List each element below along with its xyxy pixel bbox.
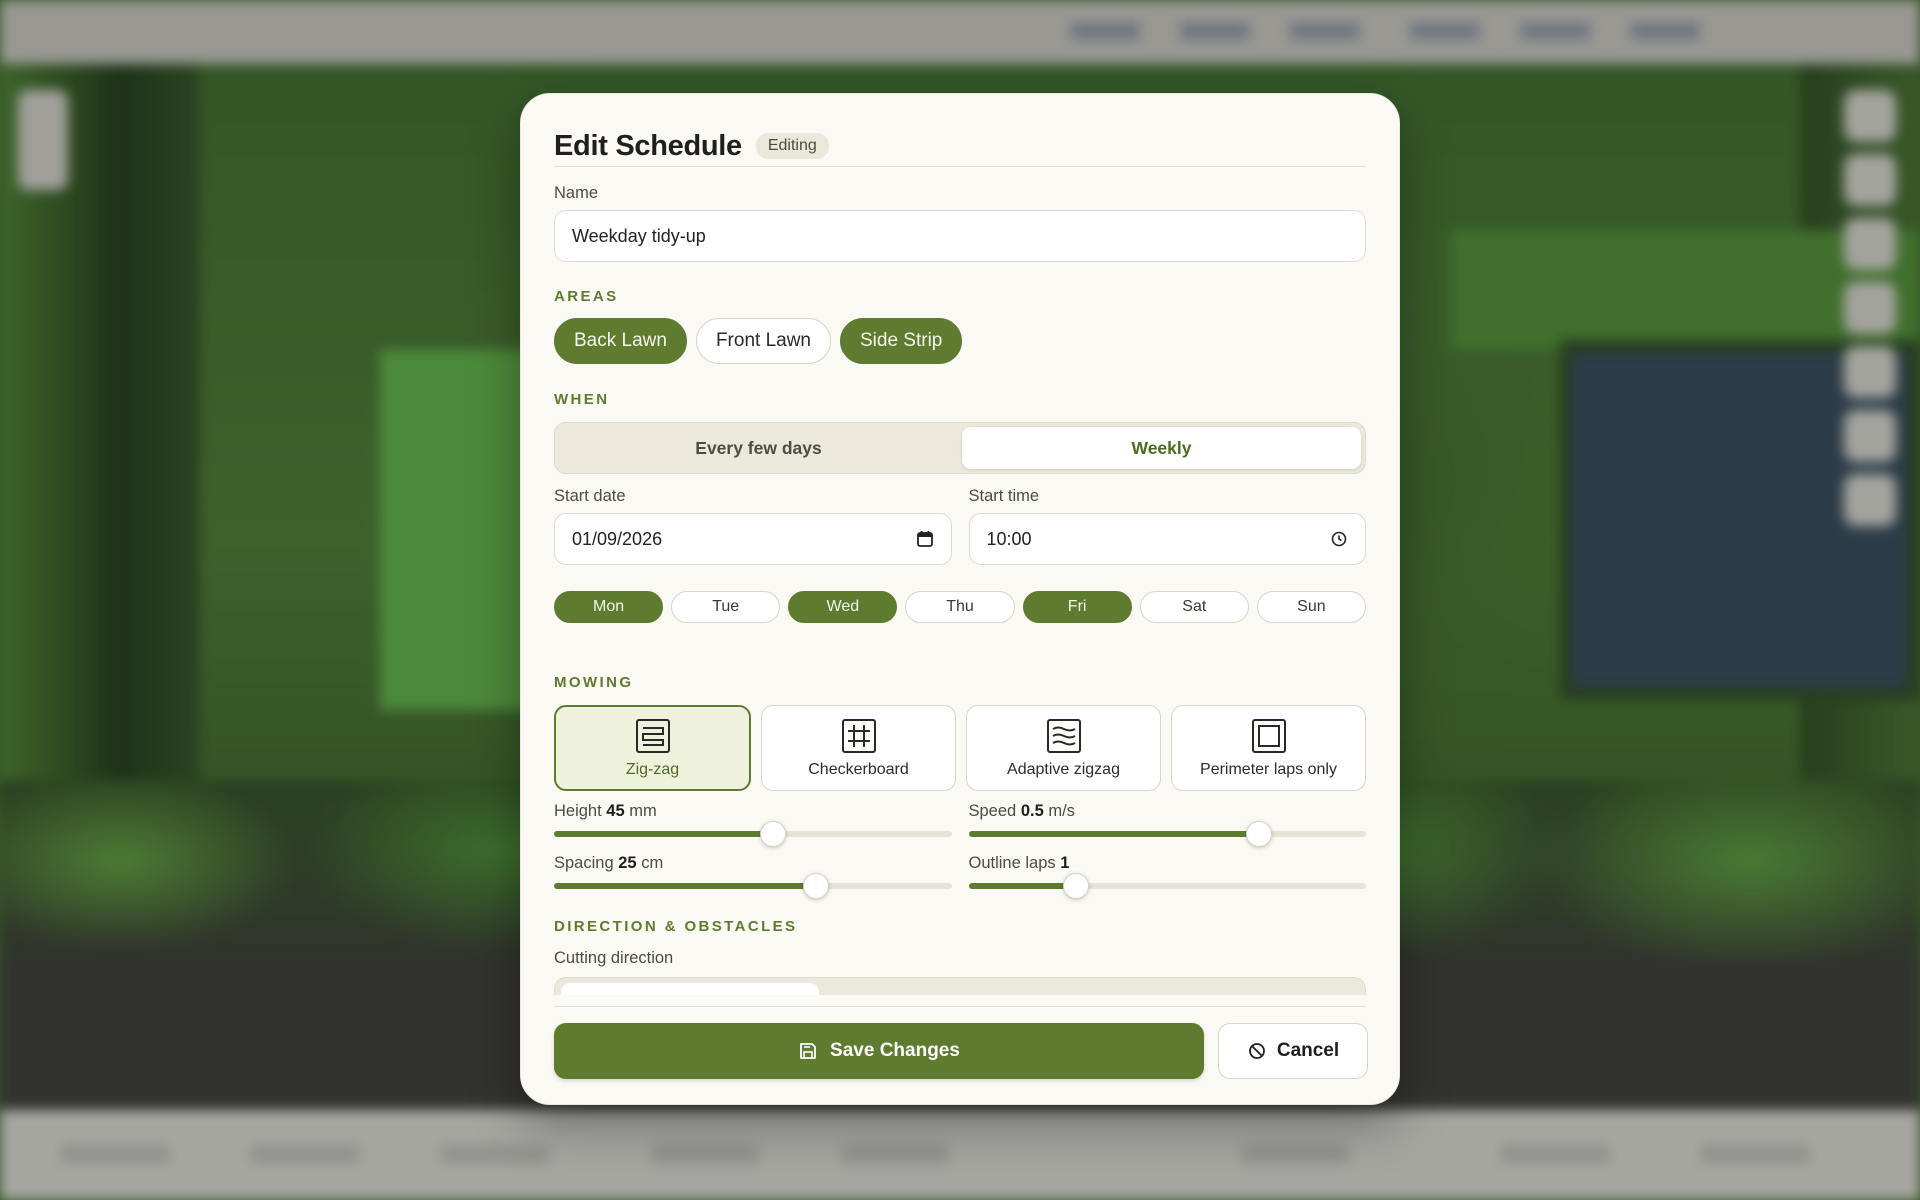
start-time-group: Start time 10:00 [968,487,1366,565]
outline-laps-slider[interactable] [968,873,1366,899]
areas-heading: AREAS [554,288,619,305]
area-chip-back-lawn[interactable]: Back Lawn [554,318,687,364]
speed-slider[interactable] [968,821,1366,847]
save-icon [800,1043,816,1059]
dialog-title: Edit Schedule [554,129,742,162]
cancel-button[interactable]: Cancel [1218,1023,1368,1079]
frequency-toggle: Every few days Weekly [554,422,1366,474]
cancel-button-label: Cancel [1276,1040,1340,1061]
day-thu[interactable]: Thu [905,591,1015,623]
areas-section: AREAS Back Lawn Front Lawn Side Strip [554,288,1366,364]
spacing-control: Spacing 25 cm [554,854,952,899]
start-time-input[interactable]: 10:00 [968,513,1366,565]
slider-row-2: Spacing 25 cm Outline laps 1 [554,854,1366,899]
zigzag-pattern-icon [635,719,670,753]
spacing-slider[interactable] [554,873,952,899]
mowing-section: MOWING Zig-zag Checkerboard Adaptive zig… [554,674,1366,791]
pattern-checkerboard-label: Checkerboard [808,761,909,778]
footer-divider [554,1006,1366,1007]
area-chip-side-strip[interactable]: Side Strip [840,318,963,364]
speed-slider-thumb[interactable] [1245,821,1272,847]
pattern-checkerboard[interactable]: Checkerboard [761,705,956,791]
day-wed[interactable]: Wed [788,591,898,623]
perimeter-pattern-icon [1251,719,1286,753]
frequency-weekly[interactable]: Weekly [962,427,1361,469]
weekday-selector: Mon Tue Wed Thu Fri Sat Sun [554,591,1366,623]
edit-schedule-dialog: Edit Schedule Editing Name Weekday tidy-… [520,93,1400,1105]
status-badge: Editing [755,133,829,159]
height-value: 45 [606,802,625,820]
when-heading: WHEN [554,391,610,408]
name-label: Name [554,184,599,202]
direction-section: DIRECTION & OBSTACLES Cutting direction [554,918,1366,995]
day-sat[interactable]: Sat [1139,591,1249,623]
frequency-every-few-days[interactable]: Every few days [559,427,958,469]
calendar-icon[interactable] [916,530,934,548]
pattern-zigzag-label: Zig-zag [625,761,680,778]
name-input[interactable]: Weekday tidy-up [554,210,1366,262]
pattern-selector: Zig-zag Checkerboard Adaptive zigzag Per… [554,705,1366,791]
save-button-label: Save Changes [830,1040,960,1061]
outline-laps-label: Outline laps 1 [968,854,1070,872]
start-time-value: 10:00 [986,528,1032,549]
start-date-group: Start date 01/09/2026 [554,487,952,565]
outline-laps-slider-thumb[interactable] [1062,873,1089,899]
day-fri[interactable]: Fri [1022,591,1132,623]
start-time-label: Start time [968,487,1040,505]
area-chip-front-lawn[interactable]: Front Lawn [695,318,831,364]
save-button[interactable]: Save Changes [554,1023,1204,1079]
mowing-heading: MOWING [554,674,634,691]
height-slider[interactable] [554,821,952,847]
when-section: WHEN Every few days Weekly [554,391,1366,474]
day-tue[interactable]: Tue [671,591,781,623]
areas-chip-group: Back Lawn Front Lawn Side Strip [554,318,1366,364]
start-fields: Start date 01/09/2026 Start time 10:00 [554,487,1366,565]
speed-label: Speed 0.5 m/s [968,802,1075,820]
spacing-slider-thumb[interactable] [803,873,830,899]
pattern-adaptive-zigzag-label: Adaptive zigzag [1007,761,1120,778]
pattern-perimeter[interactable]: Perimeter laps only [1171,705,1366,791]
name-input-value: Weekday tidy-up [572,225,706,246]
cancel-icon [1248,1043,1265,1059]
outline-laps-control: Outline laps 1 [968,854,1366,899]
start-date-label: Start date [554,487,626,505]
pattern-zigzag[interactable]: Zig-zag [554,705,751,791]
dialog-header: Edit Schedule Editing [554,124,1366,168]
day-sun[interactable]: Sun [1256,591,1366,623]
cutting-direction-toggle[interactable] [554,977,1366,995]
cutting-direction-label: Cutting direction [554,949,674,967]
slider-row-1: Height 45 mm Speed 0.5 m/s [554,802,1366,847]
spacing-label: Spacing 25 cm [554,854,664,872]
height-label: Height 45 mm [554,802,657,820]
clock-icon[interactable] [1330,530,1348,548]
speed-control: Speed 0.5 m/s [968,802,1366,847]
outline-laps-value: 1 [1060,854,1070,872]
height-slider-thumb[interactable] [759,821,786,847]
height-control: Height 45 mm [554,802,952,847]
name-field-group: Name Weekday tidy-up [554,184,1366,262]
speed-value: 0.5 [1020,802,1044,820]
spacing-value: 25 [618,854,637,872]
start-date-value: 01/09/2026 [572,528,663,549]
pattern-perimeter-label: Perimeter laps only [1200,761,1337,778]
day-mon[interactable]: Mon [554,591,664,623]
pattern-adaptive-zigzag[interactable]: Adaptive zigzag [966,705,1161,791]
start-date-input[interactable]: 01/09/2026 [554,513,952,565]
checkerboard-pattern-icon [841,719,876,753]
header-divider [554,166,1366,167]
adaptive-zigzag-pattern-icon [1046,719,1081,753]
direction-heading: DIRECTION & OBSTACLES [554,918,798,935]
